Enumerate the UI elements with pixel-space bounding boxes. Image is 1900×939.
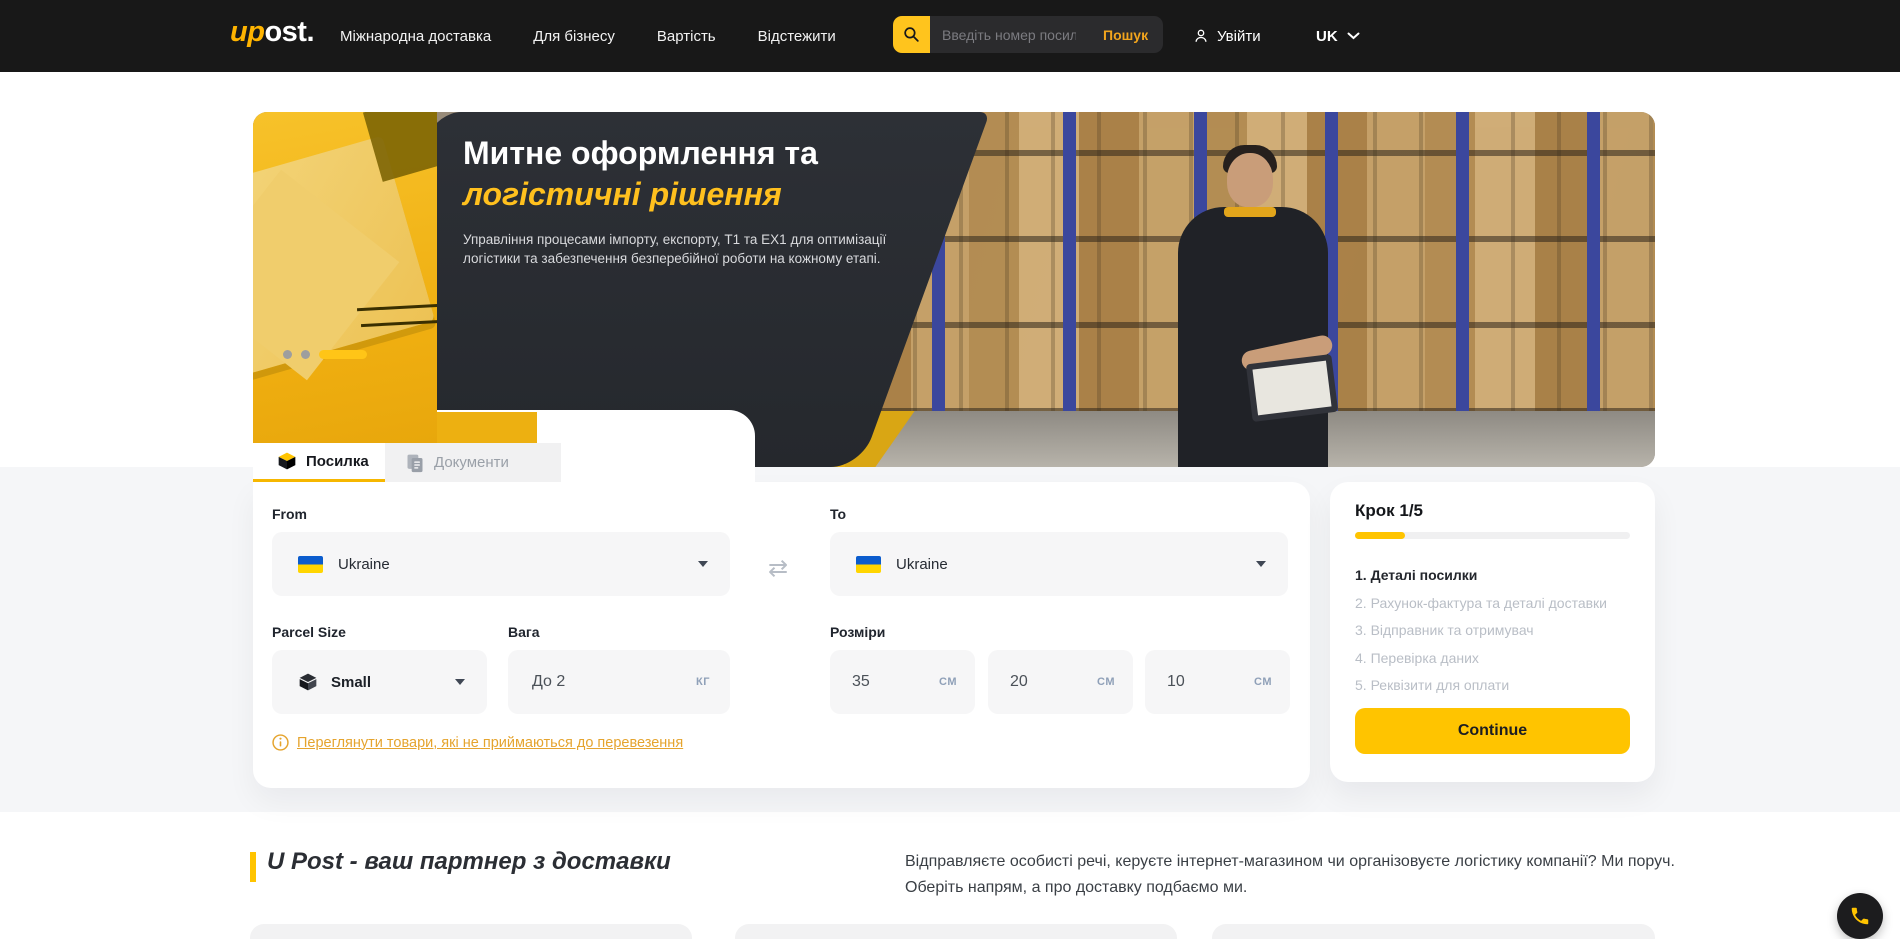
photo-shape-head: [1227, 153, 1273, 207]
weight-unit: кг: [696, 676, 710, 688]
photo-shape-clipboard: [1246, 354, 1338, 422]
step-item-2: 2. Рахунок-фактура та деталі доставки: [1355, 590, 1645, 618]
parcel-size-box-icon: [298, 672, 318, 692]
weight-label: Вага: [508, 624, 540, 640]
parcel-size-select[interactable]: Small: [272, 650, 487, 714]
dimension-width-field: см: [988, 650, 1133, 714]
steps-list: 1. Деталі посилки 2. Рахунок-фактура та …: [1355, 562, 1645, 700]
tab-documents[interactable]: Документи: [385, 443, 561, 482]
hero-subtitle: Управління процесами імпорту, експорту, …: [463, 231, 895, 268]
tab-parcel[interactable]: Посилка: [253, 443, 385, 482]
step-item-5: 5. Реквізити для оплати: [1355, 672, 1645, 700]
category-card[interactable]: [735, 924, 1177, 939]
header: upost. Міжнародна доставка Для бізнесу В…: [0, 0, 1900, 72]
nav-item-international[interactable]: Міжнародна доставка: [340, 28, 491, 45]
carousel-dots: [283, 350, 367, 359]
weight-field: кг: [508, 650, 730, 714]
hero-yellow-panel: [253, 112, 437, 443]
language-selector[interactable]: UK: [1316, 0, 1360, 72]
photo-shape-collar: [1224, 207, 1276, 217]
weight-input[interactable]: [532, 673, 642, 691]
restricted-items-link[interactable]: Переглянути товари, які не приймаються д…: [272, 734, 683, 751]
search-submit-button[interactable]: Пошук: [1088, 16, 1163, 53]
step-item-3: 3. Відправник та отримувач: [1355, 617, 1645, 645]
call-widget-button[interactable]: [1837, 893, 1883, 939]
logo-part-white: ost.: [264, 16, 314, 48]
tab-documents-label: Документи: [434, 454, 509, 471]
hero-text-block: Митне оформлення та логістичні рішення У…: [463, 132, 923, 268]
hero-title-line2: логістичні рішення: [463, 174, 923, 214]
from-country-select[interactable]: Ukraine: [272, 532, 730, 596]
shipment-form-card: From Ukraine ⇄ To Ukraine Parcel Size Sm…: [253, 482, 1310, 788]
from-label: From: [272, 506, 307, 522]
dimension-length-input[interactable]: [852, 673, 898, 691]
info-icon: [272, 734, 289, 751]
search-input[interactable]: [930, 16, 1088, 53]
nav-item-business[interactable]: Для бізнесу: [533, 28, 615, 45]
nav-item-track[interactable]: Відстежити: [758, 28, 836, 45]
logo[interactable]: upost.: [230, 16, 314, 49]
to-country-select[interactable]: Ukraine: [830, 532, 1288, 596]
restricted-items-link-label: Переглянути товари, які не приймаються д…: [297, 735, 683, 751]
parcel-size-value: Small: [331, 674, 371, 691]
section-paragraph: Відправляєте особисті речі, керуєте інте…: [905, 849, 1677, 901]
progress-track: [1355, 532, 1630, 539]
steps-panel: Крок 1/5 1. Деталі посилки 2. Рахунок-фа…: [1330, 482, 1655, 782]
progress-fill: [1355, 532, 1405, 539]
hero-title-line1: Митне оформлення та: [463, 132, 923, 174]
caret-down-icon: [1256, 561, 1266, 567]
caret-down-icon: [455, 679, 465, 685]
search-icon-button[interactable]: [893, 16, 930, 53]
ukraine-flag-icon: [856, 556, 881, 573]
search-icon: [902, 25, 921, 44]
tracking-search: Пошук: [893, 16, 1163, 53]
dimension-unit: см: [1097, 676, 1115, 688]
hero-yellow-sliver: [437, 412, 537, 443]
user-icon: [1192, 27, 1210, 45]
to-country-value: Ukraine: [896, 556, 948, 573]
dimension-height-field: см: [1145, 650, 1290, 714]
parcel-box-icon: [277, 451, 297, 471]
dimension-width-input[interactable]: [1010, 673, 1056, 691]
parcel-size-label: Parcel Size: [272, 624, 346, 640]
ukraine-flag-icon: [298, 556, 323, 573]
heading-accent-bar: [250, 852, 256, 882]
steps-title: Крок 1/5: [1355, 501, 1423, 521]
from-country-value: Ukraine: [338, 556, 390, 573]
dimension-length-field: см: [830, 650, 975, 714]
tab-parcel-label: Посилка: [306, 453, 369, 470]
documents-icon: [405, 453, 425, 473]
dimensions-label: Розміри: [830, 624, 885, 640]
caret-down-icon: [698, 561, 708, 567]
continue-button[interactable]: Continue: [1355, 708, 1630, 754]
carousel-dot[interactable]: [283, 350, 292, 359]
carousel-dot-active[interactable]: [319, 350, 367, 359]
step-item-1: 1. Деталі посилки: [1355, 562, 1645, 590]
tab-row: Посилка Документи: [253, 443, 755, 482]
photo-shape-torso: [1178, 207, 1328, 467]
section-heading: U Post - ваш партнер з доставки: [267, 848, 671, 876]
nav-item-pricing[interactable]: Вартість: [657, 28, 716, 45]
photo-shape-paper: [1252, 361, 1331, 416]
main-nav: Міжнародна доставка Для бізнесу Вартість…: [340, 0, 836, 72]
dimension-height-input[interactable]: [1167, 673, 1213, 691]
login-button[interactable]: Увійти: [1192, 0, 1261, 72]
language-code: UK: [1316, 28, 1338, 45]
photo-warehouse-worker: [1123, 137, 1383, 467]
category-card[interactable]: [250, 924, 692, 939]
phone-icon: [1849, 905, 1871, 927]
swap-directions-button[interactable]: ⇄: [758, 548, 798, 588]
step-item-4: 4. Перевірка даних: [1355, 645, 1645, 673]
to-label: To: [830, 506, 846, 522]
chevron-down-icon: [1347, 32, 1360, 40]
logo-part-yellow: up: [230, 16, 264, 48]
category-card[interactable]: [1212, 924, 1655, 939]
dimension-unit: см: [1254, 676, 1272, 688]
dimension-unit: см: [939, 676, 957, 688]
login-label: Увійти: [1217, 28, 1261, 45]
carousel-dot[interactable]: [301, 350, 310, 359]
